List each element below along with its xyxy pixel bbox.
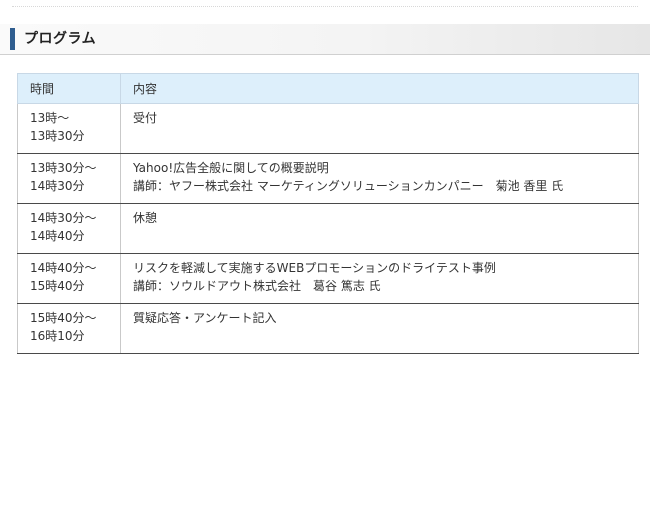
column-header-content: 内容 — [120, 73, 639, 104]
time-cell: 13時30分～ 14時30分 — [17, 153, 121, 204]
time-cell: 13時～ 13時30分 — [17, 103, 121, 154]
session-title: 受付 — [133, 111, 158, 125]
session-title: リスクを軽減して実施するWEBプロモーションのドライテスト事例 — [133, 261, 496, 275]
time-end: 14時40分 — [30, 229, 85, 243]
content-cell: 受付 — [120, 103, 639, 154]
section-title: プログラム — [24, 31, 97, 47]
time-end: 15時40分 — [30, 279, 85, 293]
session-speaker: 講師：ソウルドアウト株式会社 葛谷 篤志 氏 — [133, 279, 381, 293]
table-row: 15時40分～ 16時10分 質疑応答・アンケート記入 — [17, 303, 639, 354]
time-end: 13時30分 — [30, 129, 85, 143]
time-end: 14時30分 — [30, 179, 85, 193]
section-header: プログラム — [0, 24, 650, 55]
session-title: 質疑応答・アンケート記入 — [133, 311, 277, 325]
content-cell: 質疑応答・アンケート記入 — [120, 303, 639, 354]
time-cell: 14時40分～ 15時40分 — [17, 253, 121, 304]
content-cell: 休憩 — [120, 203, 639, 254]
program-table: 時間 内容 13時～ 13時30分 受付 13時30分～ 14時30分 Yaho… — [17, 73, 639, 354]
time-start: 14時40分～ — [30, 261, 97, 275]
time-cell: 14時30分～ 14時40分 — [17, 203, 121, 254]
session-title: Yahoo!広告全般に関しての概要説明 — [133, 161, 329, 175]
content-cell: リスクを軽減して実施するWEBプロモーションのドライテスト事例 講師：ソウルドア… — [120, 253, 639, 304]
time-start: 14時30分～ — [30, 211, 97, 225]
table-header-row: 時間 内容 — [17, 73, 639, 104]
column-header-time: 時間 — [17, 73, 121, 104]
table-row: 14時40分～ 15時40分 リスクを軽減して実施するWEBプロモーションのドラ… — [17, 253, 639, 304]
top-divider — [12, 6, 638, 7]
content-cell: Yahoo!広告全般に関しての概要説明 講師：ヤフー株式会社 マーケティングソリ… — [120, 153, 639, 204]
table-row: 13時～ 13時30分 受付 — [17, 103, 639, 154]
time-start: 13時30分～ — [30, 161, 97, 175]
session-speaker: 講師：ヤフー株式会社 マーケティングソリューションカンパニー 菊池 香里 氏 — [133, 179, 564, 193]
page: プログラム 時間 内容 13時～ 13時30分 受付 13時30分～ 14時30… — [0, 0, 650, 510]
table-row: 13時30分～ 14時30分 Yahoo!広告全般に関しての概要説明 講師：ヤフ… — [17, 153, 639, 204]
time-end: 16時10分 — [30, 329, 85, 343]
time-start: 13時～ — [30, 111, 70, 125]
time-cell: 15時40分～ 16時10分 — [17, 303, 121, 354]
session-title: 休憩 — [133, 211, 158, 225]
section-accent-bar — [10, 28, 15, 50]
table-row: 14時30分～ 14時40分 休憩 — [17, 203, 639, 254]
time-start: 15時40分～ — [30, 311, 97, 325]
